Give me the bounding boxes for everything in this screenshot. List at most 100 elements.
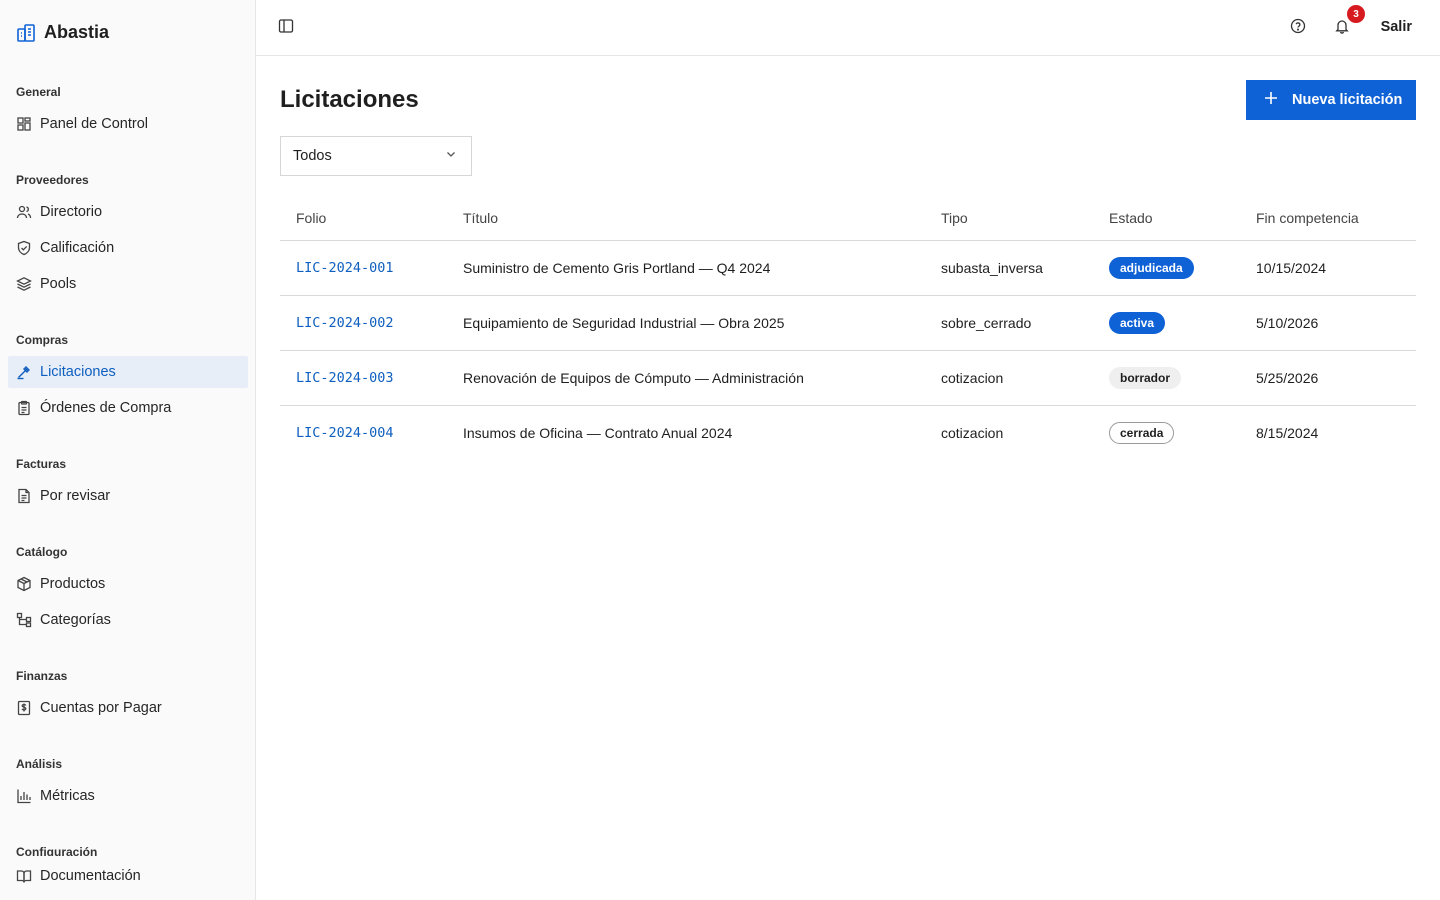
notifications-button[interactable]: 3	[1328, 5, 1365, 42]
nav-section-catalogo: Catálogo Productos Categorías	[0, 544, 255, 636]
sidebar-item-calificacion[interactable]: Calificación	[8, 232, 248, 264]
sidebar-item-ordenes-de-compra[interactable]: Órdenes de Compra	[8, 392, 248, 424]
book-icon	[16, 868, 32, 884]
topbar: 3 Salir	[256, 0, 1440, 56]
layers-icon	[16, 276, 32, 292]
status-badge: borrador	[1109, 366, 1182, 389]
help-icon	[1290, 18, 1306, 39]
gavel-icon	[16, 364, 32, 380]
sidebar-item-label: Categorías	[40, 612, 111, 628]
cell-fin-competencia: 10/15/2024	[1240, 240, 1416, 296]
nav-section-facturas: Facturas Por revisar	[0, 456, 255, 512]
sidebar-item-pools[interactable]: Pools	[8, 268, 248, 300]
table-row[interactable]: LIC-2024-003 Renovación de Equipos de Có…	[280, 350, 1416, 406]
status-filter-select[interactable]: Todos	[280, 136, 472, 176]
nav-section-proveedores: Proveedores Directorio Calificación Pool…	[0, 172, 255, 300]
cell-fin-competencia: 5/10/2026	[1240, 295, 1416, 351]
column-header-estado[interactable]: Estado	[1093, 196, 1240, 241]
status-badge: activa	[1109, 311, 1166, 334]
column-header-folio[interactable]: Folio	[280, 196, 447, 241]
cell-folio: LIC-2024-001	[280, 240, 447, 296]
sidebar-item-label: Calificación	[40, 240, 115, 256]
cell-fin-competencia: 5/25/2026	[1240, 350, 1416, 406]
column-header-tipo[interactable]: Tipo	[925, 196, 1093, 241]
cell-estado: adjudicada	[1093, 240, 1240, 296]
package-icon	[16, 576, 32, 592]
sidebar-item-documentacion[interactable]: Documentación	[8, 860, 248, 892]
table-row[interactable]: LIC-2024-001 Suministro de Cemento Gris …	[280, 240, 1416, 296]
nav-section-title: General	[16, 85, 61, 99]
users-icon	[16, 204, 32, 220]
bar-chart-icon	[16, 788, 32, 804]
table-row[interactable]: LIC-2024-002 Equipamiento de Seguridad I…	[280, 295, 1416, 351]
cell-folio: LIC-2024-002	[280, 295, 447, 351]
folio-link[interactable]: LIC-2024-002	[296, 315, 394, 331]
sidebar-footer: Documentación	[0, 860, 255, 892]
nav-section-title: Finanzas	[16, 669, 68, 683]
sidebar-item-label: Licitaciones	[40, 364, 116, 380]
new-tender-button[interactable]: Nueva licitación	[1246, 80, 1416, 120]
nav-section-title: Configuración	[16, 845, 98, 856]
new-tender-button-label: Nueva licitación	[1292, 92, 1403, 108]
cell-tipo: cotizacion	[925, 350, 1093, 406]
cell-estado: activa	[1093, 295, 1240, 351]
sidebar-item-panel-de-control[interactable]: Panel de Control	[8, 108, 248, 140]
nav-section-title: Facturas	[16, 457, 67, 471]
sidebar-item-directorio[interactable]: Directorio	[8, 196, 248, 228]
column-header-fin-competencia[interactable]: Fin competencia	[1240, 196, 1416, 241]
sidebar-item-categorias[interactable]: Categorías	[8, 604, 248, 636]
sidebar-item-licitaciones[interactable]: Licitaciones	[8, 356, 248, 388]
sidebar-item-label: Panel de Control	[40, 116, 149, 132]
tenders-table: Folio Título Tipo Estado Fin competencia…	[280, 196, 1416, 460]
cell-tipo: sobre_cerrado	[925, 295, 1093, 351]
sidebar-item-cuentas-por-pagar[interactable]: Cuentas por Pagar	[8, 692, 248, 724]
help-button[interactable]	[1284, 14, 1312, 42]
sidebar-item-label: Cuentas por Pagar	[40, 700, 162, 716]
sidebar-item-por-revisar[interactable]: Por revisar	[8, 480, 248, 512]
nav-section-configuracion: Configuración	[0, 844, 255, 856]
folio-link[interactable]: LIC-2024-003	[296, 370, 394, 386]
table-row[interactable]: LIC-2024-004 Insumos de Oficina — Contra…	[280, 405, 1416, 460]
receipt-dollar-icon	[16, 700, 32, 716]
logout-button[interactable]: Salir	[1381, 19, 1412, 35]
sidebar-item-label: Productos	[40, 576, 106, 592]
clipboard-icon	[16, 400, 32, 416]
nav-section-general: General Panel de Control	[0, 84, 255, 140]
nav-section-finanzas: Finanzas Cuentas por Pagar	[0, 668, 255, 724]
status-badge: adjudicada	[1109, 256, 1194, 279]
status-filter-value: Todos	[293, 148, 332, 164]
sidebar-item-metricas[interactable]: Métricas	[8, 780, 248, 812]
folio-link[interactable]: LIC-2024-001	[296, 260, 394, 276]
sidebar-item-label: Métricas	[40, 788, 95, 804]
cell-folio: LIC-2024-003	[280, 350, 447, 406]
chevron-down-icon	[445, 148, 457, 164]
nav-section-analisis: Análisis Métricas	[0, 756, 255, 812]
sidebar-item-productos[interactable]: Productos	[8, 568, 248, 600]
status-badge: cerrada	[1109, 421, 1175, 444]
folio-link[interactable]: LIC-2024-004	[296, 425, 394, 441]
document-icon	[16, 488, 32, 504]
cell-tipo: cotizacion	[941, 424, 1004, 441]
building-icon	[16, 23, 36, 43]
cell-fin-competencia: 8/15/2024	[1256, 424, 1319, 441]
cell-tipo: subasta_inversa	[925, 240, 1093, 296]
cell-titulo: Equipamiento de Seguridad Industrial — O…	[447, 295, 925, 351]
sidebar-toggle-button[interactable]	[272, 14, 300, 42]
page-title: Licitaciones	[280, 86, 419, 113]
tree-icon	[16, 612, 32, 628]
cell-estado: cerrada	[1093, 405, 1240, 460]
table-header-row: Folio Título Tipo Estado Fin competencia	[280, 196, 1416, 241]
brand[interactable]: Abastia	[16, 22, 109, 43]
cell-estado: borrador	[1093, 350, 1240, 406]
bell-icon	[1334, 18, 1350, 39]
sidebar-item-label: Pools	[40, 276, 77, 292]
cell-titulo: Insumos de Oficina — Contrato Anual 2024	[463, 424, 733, 441]
dashboard-icon	[16, 116, 32, 132]
nav-section-title: Proveedores	[16, 173, 89, 187]
app-name: Abastia	[44, 22, 110, 42]
plus-icon	[1264, 91, 1278, 109]
cell-folio: LIC-2024-004	[280, 405, 447, 460]
column-header-titulo[interactable]: Título	[447, 196, 925, 241]
cell-titulo: Suministro de Cemento Gris Portland — Q4…	[447, 240, 925, 296]
nav-section-title: Catálogo	[16, 545, 68, 559]
